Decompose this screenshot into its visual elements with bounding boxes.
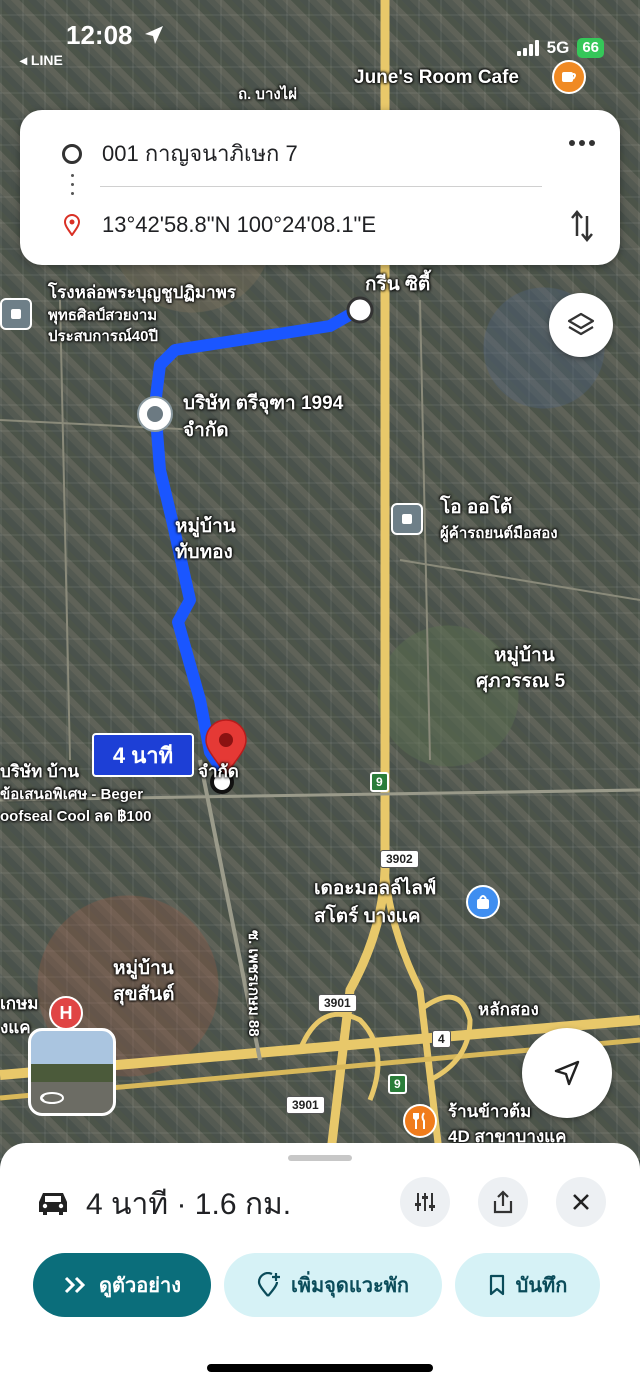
- rotate-360-icon: [40, 1092, 64, 1104]
- mall-label-2: สโตร์ บางแค: [314, 906, 421, 927]
- add-stop-button[interactable]: เพิ่มจุดแวะพัก: [224, 1253, 442, 1317]
- preview-button[interactable]: ดูตัวอย่าง: [33, 1253, 211, 1317]
- bookmark-icon: [489, 1274, 504, 1296]
- swap-direction-icon[interactable]: [570, 210, 594, 242]
- sheet-drag-handle[interactable]: [288, 1155, 352, 1161]
- layers-button[interactable]: [549, 293, 613, 357]
- origin-text[interactable]: 001 กาญจนาภิเษก 7: [102, 136, 298, 171]
- foundry-label-3: ประสบการณ์40ปี: [48, 328, 158, 345]
- hospital-label: เกษม: [0, 994, 39, 1013]
- add-location-icon: [257, 1272, 280, 1297]
- save-button[interactable]: บันทึก: [455, 1253, 600, 1317]
- origin-circle-icon: [62, 143, 82, 164]
- save-label: บันทึก: [515, 1275, 568, 1297]
- route-badge-3901b: 3901: [286, 1096, 325, 1114]
- route-badge-9: 9: [370, 772, 389, 792]
- car-icon: [39, 1193, 67, 1215]
- mall-label: เดอะมอลล์ไลฟ์: [314, 878, 437, 899]
- location-arrow-icon: [145, 26, 163, 44]
- cafe-label: June's Room Cafe: [354, 67, 519, 88]
- shopping-bag-icon: [477, 895, 489, 909]
- hospital-label-2: งแค: [0, 1018, 31, 1037]
- my-location-button[interactable]: [522, 1028, 612, 1118]
- o-auto-label-2: ผู้ค้ารถยนต์มือสอง: [440, 525, 558, 542]
- hospital-marker-icon[interactable]: H: [49, 996, 83, 1030]
- more-options-icon[interactable]: [568, 138, 596, 148]
- company-trijutha-label: บริษัท ตรีจุฑา 1994: [183, 393, 344, 414]
- bottom-sheet: 4 นาที · 1.6 กม. ดูตัวอย่าง เพิ่มจุดแวะพ…: [0, 1143, 640, 1387]
- foundry-label-2: พุทธศิลป์สวยงาม: [48, 307, 158, 324]
- shopping-marker[interactable]: [466, 885, 500, 919]
- street-view-thumbnail[interactable]: [28, 1028, 116, 1116]
- village-supawan-label-2: ศุภวรรณ 5: [476, 671, 566, 692]
- restaurant-marker[interactable]: [403, 1104, 437, 1138]
- poi-marker-left[interactable]: [0, 298, 32, 330]
- destination-row[interactable]: 13°42'58.8"N 100°24'08.1"E: [64, 212, 376, 238]
- divider: [100, 186, 542, 187]
- share-icon: [493, 1190, 513, 1214]
- trip-summary: 4 นาที · 1.6 กม.: [86, 1188, 292, 1221]
- directions-card: 001 กาญจนาภิเษก 7 13°42'58.8"N 100°24'08…: [20, 110, 620, 265]
- company-trijutha-label-2: จำกัด: [183, 420, 229, 441]
- travel-time-bubble[interactable]: 4 นาที: [92, 733, 194, 777]
- status-time: 12:08: [66, 20, 133, 50]
- status-indicators: 5G 66: [516, 38, 604, 58]
- road-label-bangphai: ถ. บางไผ่: [238, 86, 298, 103]
- green-city-label: กรีน ซิตี้: [365, 274, 431, 295]
- close-button[interactable]: [556, 1177, 606, 1227]
- route-line: [149, 304, 364, 776]
- cafe-marker[interactable]: [552, 60, 586, 94]
- layers-icon: [567, 312, 595, 336]
- route-badge-3902: 3902: [380, 850, 419, 868]
- route-badge-4: 4: [432, 1030, 451, 1048]
- cellular-signal-icon: [516, 40, 539, 56]
- double-chevron-icon: [64, 1276, 86, 1294]
- destination-pin-icon: [64, 214, 80, 236]
- route-badge-9b: 9: [388, 1074, 407, 1094]
- village-suksan-label: หมู่บ้าน: [113, 958, 174, 979]
- village-supawan-label: หมู่บ้าน: [494, 645, 555, 666]
- village-tubtong-label-2: ทับทอง: [175, 542, 233, 563]
- foundry-label-1: โรงหล่อพระบุญชูปฏิมาพร: [48, 283, 236, 302]
- laksong-label: หลักสอง: [478, 1000, 539, 1019]
- add-stop-label: เพิ่มจุดแวะพัก: [290, 1275, 410, 1297]
- route-options-button[interactable]: [400, 1177, 450, 1227]
- tune-icon: [415, 1193, 435, 1211]
- route-badge-3901: 3901: [318, 994, 357, 1012]
- fork-knife-icon: [413, 1112, 425, 1129]
- route-dots: [71, 174, 74, 201]
- home-indicator[interactable]: [207, 1364, 433, 1372]
- company-ban-label-end: จำกัด: [198, 762, 239, 781]
- network-type: 5G: [546, 38, 570, 57]
- rice-shop-label: ร้านข้าวต้ม: [448, 1102, 532, 1121]
- share-button[interactable]: [478, 1177, 528, 1227]
- o-auto-label: โอ ออโต้: [440, 497, 513, 518]
- promo-label-2: oofseal Cool ลด ฿100: [0, 808, 152, 825]
- navigation-arrow-icon: [554, 1060, 580, 1086]
- poi-marker-o-auto[interactable]: [391, 503, 423, 535]
- back-to-app-link[interactable]: ◂ LINE: [20, 52, 63, 69]
- battery-icon: 66: [577, 38, 604, 58]
- destination-text[interactable]: 13°42'58.8"N 100°24'08.1"E: [102, 212, 376, 238]
- preview-label: ดูตัวอย่าง: [99, 1275, 181, 1297]
- company-ban-label: บริษัท บ้าน: [0, 762, 80, 781]
- promo-label-1: ข้อเสนอพิเศษ - Beger: [0, 786, 144, 803]
- close-icon: [573, 1194, 589, 1210]
- origin-row[interactable]: 001 กาญจนาภิเษก 7: [62, 136, 298, 171]
- road-label-phetkasem: ซ. เพชรเกษม 88: [245, 930, 262, 1037]
- coffee-cup-icon: [562, 72, 576, 82]
- route-origin-marker: [346, 296, 374, 324]
- village-tubtong-label: หมู่บ้าน: [175, 516, 236, 537]
- village-suksan-label-2: สุขสันต์: [113, 984, 175, 1005]
